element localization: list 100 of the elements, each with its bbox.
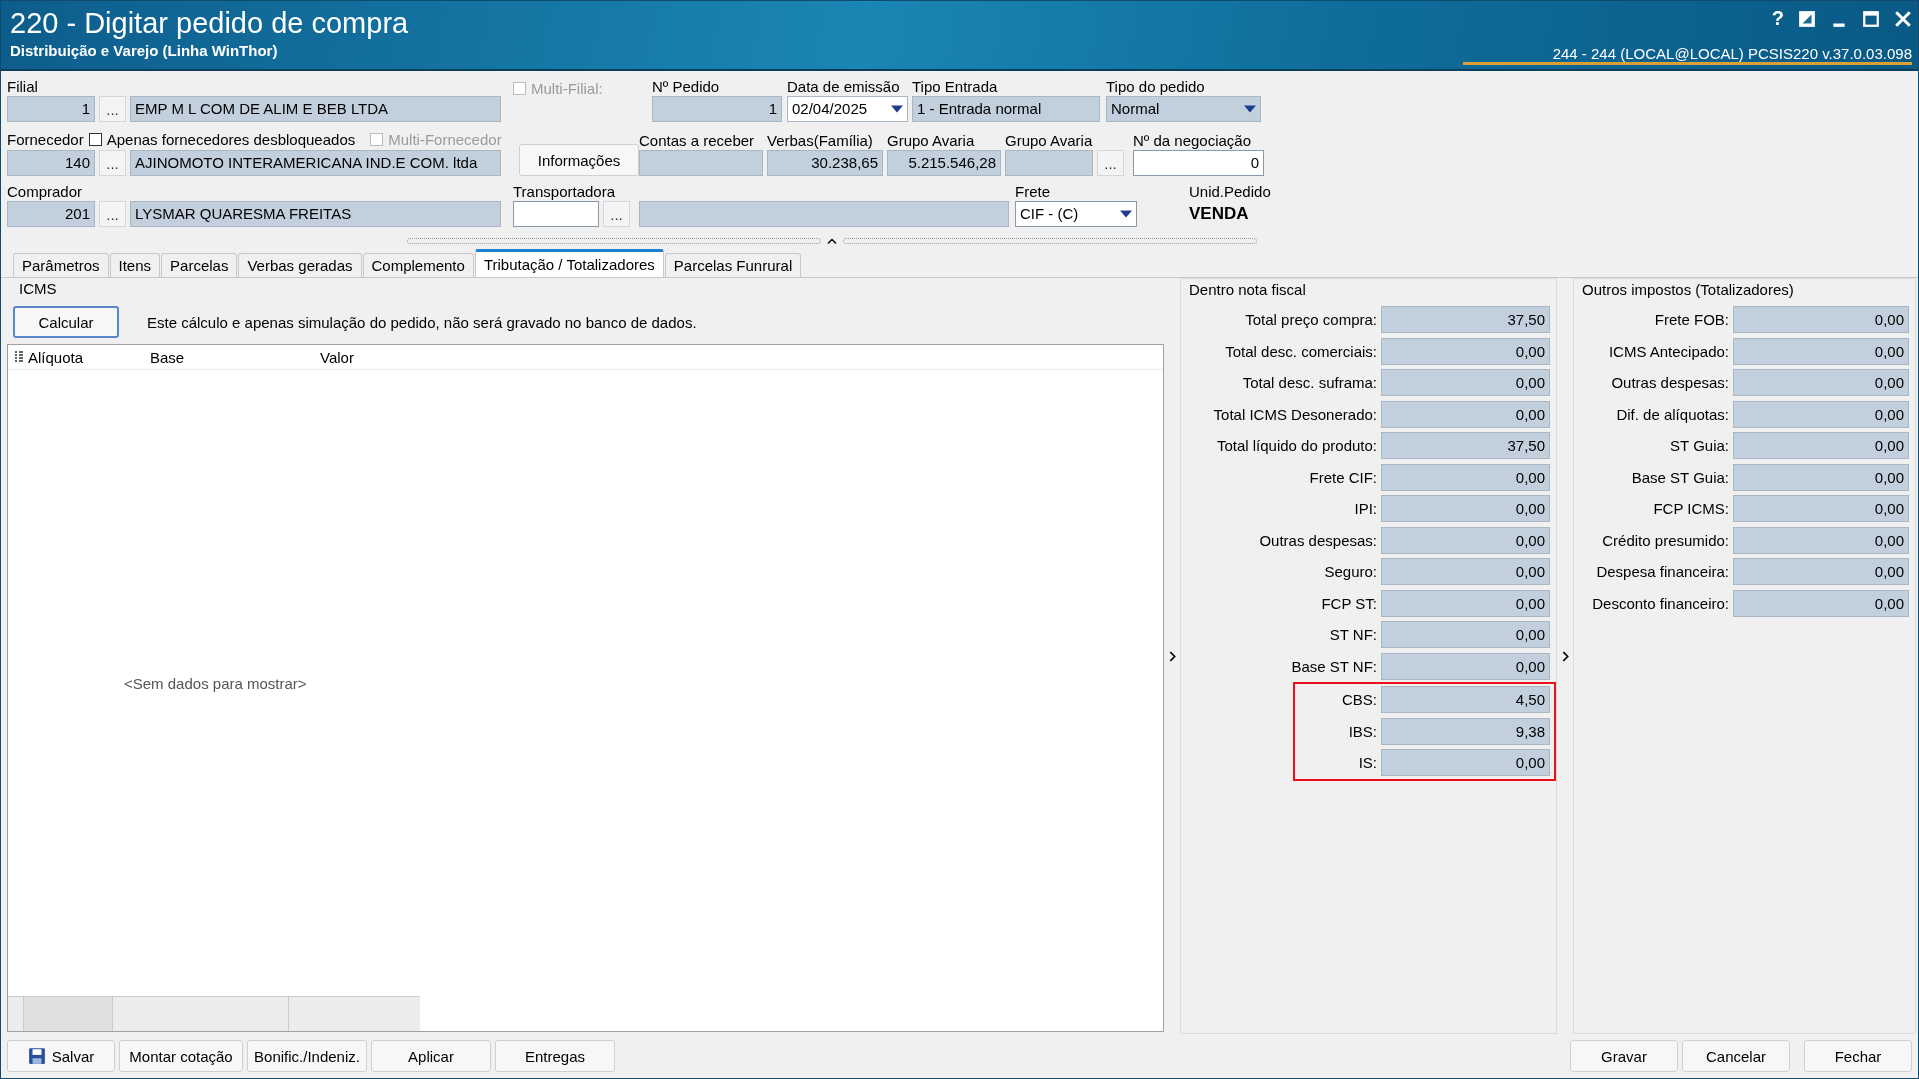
total-value-field: 0,00: [1381, 463, 1550, 491]
total-label: FCP ST:: [1321, 594, 1377, 612]
action-button[interactable]: Bonific./Indeniz.: [247, 1040, 367, 1072]
field-label: Comprador: [7, 182, 84, 201]
code-field[interactable]: 1: [7, 96, 95, 122]
total-label: Crédito presumido:: [1602, 531, 1729, 549]
expand-icon[interactable]: [1168, 650, 1176, 662]
total-value-field: 9,38: [1381, 717, 1550, 745]
name-field[interactable]: AJINOMOTO INTERAMERICANA IND.E COM. ltda: [130, 150, 501, 176]
receivables-field[interactable]: [639, 150, 763, 176]
total-value-field: 0,00: [1733, 526, 1909, 554]
dropdown-icon[interactable]: [891, 105, 903, 113]
close-icon[interactable]: [1894, 9, 1912, 28]
expand-icon[interactable]: [1561, 650, 1569, 662]
calcular-button[interactable]: Calcular: [13, 306, 119, 338]
total-label: Total líquido do produto:: [1216, 437, 1377, 455]
window-subtitle: Distribuição e Varejo (Linha WinThor): [10, 42, 279, 59]
dropdown-icon[interactable]: [1120, 210, 1132, 218]
group-title: Outros impostos (Totalizadores): [1581, 280, 1795, 300]
carrier-field[interactable]: [513, 201, 599, 227]
total-label: FCP ICMS:: [1653, 500, 1729, 518]
field-label: Frete: [1015, 182, 1051, 201]
total-label: Total desc. suframa:: [1242, 374, 1377, 392]
field-label: Unid.Pedido: [1189, 182, 1271, 201]
name-field[interactable]: EMP M L COM DE ALIM E BEB LTDA: [130, 96, 501, 122]
total-label: Total preço compra:: [1245, 311, 1377, 329]
save-button[interactable]: Salvar: [7, 1040, 115, 1072]
lookup-button[interactable]: ...: [99, 96, 126, 122]
unit-value: VENDA: [1189, 203, 1250, 225]
collapse-icon[interactable]: [827, 237, 837, 245]
field-label: Tipo do pedido: [1106, 77, 1206, 96]
total-value-field: 0,00: [1733, 589, 1909, 617]
action-button[interactable]: Fechar: [1804, 1040, 1912, 1072]
group-title: Dentro nota fiscal: [1188, 280, 1307, 300]
total-value-field: 0,00: [1381, 652, 1550, 680]
total-label: ST NF:: [1329, 626, 1377, 644]
tab[interactable]: Complemento: [362, 253, 474, 277]
help-button[interactable]: ?: [1771, 7, 1784, 30]
column-header[interactable]: Valor: [265, 348, 354, 366]
session-info: 244 - 244 (LOCAL@LOCAL) PCSIS220 v.37.0.03.098: [1462, 45, 1912, 65]
resize-icon[interactable]: [1798, 9, 1816, 28]
tab[interactable]: Parcelas: [161, 253, 238, 277]
total-label: Outras despesas:: [1259, 531, 1377, 549]
entry-type-field[interactable]: 1 - Entrada normal: [912, 96, 1100, 122]
code-field[interactable]: 140: [7, 150, 95, 176]
field-label: Fornecedor: [7, 129, 84, 149]
total-label: ICMS Antecipado:: [1608, 342, 1729, 360]
total-label: Total ICMS Desonerado:: [1213, 405, 1377, 423]
freight-dropdown[interactable]: CIF - (C): [1015, 201, 1137, 227]
damage-group-field[interactable]: 5.215.546,28: [887, 150, 1001, 176]
carrier-name-field[interactable]: [639, 201, 1009, 227]
date-field[interactable]: 02/04/2025: [787, 96, 908, 122]
damage-group-field[interactable]: [1005, 150, 1093, 176]
action-button[interactable]: Cancelar: [1682, 1040, 1790, 1072]
funds-field[interactable]: 30.238,65: [767, 150, 883, 176]
order-type-dropdown[interactable]: Normal: [1106, 96, 1261, 122]
total-value-field: 0,00: [1733, 306, 1909, 334]
dropdown-icon[interactable]: [1244, 105, 1256, 113]
total-value-field: 37,50: [1381, 432, 1550, 460]
tab[interactable]: Parcelas Funrural: [664, 253, 802, 277]
total-value-field: 0,00: [1733, 337, 1909, 365]
checkbox-label: Apenas fornecedores desbloqueados: [106, 130, 356, 148]
action-button[interactable]: Aplicar: [371, 1040, 491, 1072]
lookup-button[interactable]: ...: [99, 150, 126, 176]
total-label: CBS:: [1342, 691, 1377, 709]
order-number-field[interactable]: 1: [652, 96, 782, 122]
column-header[interactable]: Base: [100, 348, 265, 366]
maximize-icon[interactable]: [1862, 9, 1880, 28]
field-label: Grupo Avaria: [1005, 131, 1094, 150]
lookup-button[interactable]: ...: [1097, 150, 1124, 176]
field-label: Filial: [7, 77, 39, 96]
total-value-field: 4,50: [1381, 686, 1550, 714]
group-title: ICMS: [18, 279, 58, 299]
action-button[interactable]: Montar cotação: [119, 1040, 243, 1072]
field-label: Data de emissão: [787, 77, 901, 96]
negotiation-field[interactable]: 0: [1133, 150, 1264, 176]
tab[interactable]: Itens: [109, 253, 161, 277]
field-label: Verbas(Família): [767, 131, 874, 150]
field-label: Nº Pedido: [652, 77, 721, 96]
total-value-field: 0,00: [1733, 558, 1909, 586]
code-field[interactable]: 201: [7, 201, 95, 227]
action-button[interactable]: Gravar: [1570, 1040, 1678, 1072]
field-label: Transportadora: [513, 182, 616, 201]
total-value-field: 0,00: [1381, 526, 1550, 554]
checkbox-label: Multi-Fornecedor: [388, 130, 502, 148]
tab[interactable]: Tributação / Totalizadores: [474, 249, 664, 277]
checkbox[interactable]: [88, 132, 102, 146]
lookup-button[interactable]: ...: [99, 201, 126, 227]
tab[interactable]: Verbas geradas: [238, 253, 362, 277]
tab[interactable]: Parâmetros: [13, 253, 109, 277]
total-value-field: 37,50: [1381, 306, 1550, 334]
lookup-button[interactable]: ...: [603, 201, 630, 227]
total-value-field: 0,00: [1381, 337, 1550, 365]
total-label: Frete FOB:: [1654, 311, 1729, 329]
column-header[interactable]: Alíquota: [28, 348, 100, 366]
action-button[interactable]: Entregas: [495, 1040, 615, 1072]
name-field[interactable]: LYSMAR QUARESMA FREITAS: [130, 201, 501, 227]
column-chooser-icon[interactable]: [14, 351, 24, 363]
informacoes-button[interactable]: Informações: [519, 144, 639, 176]
total-value-field: 0,00: [1381, 495, 1550, 523]
